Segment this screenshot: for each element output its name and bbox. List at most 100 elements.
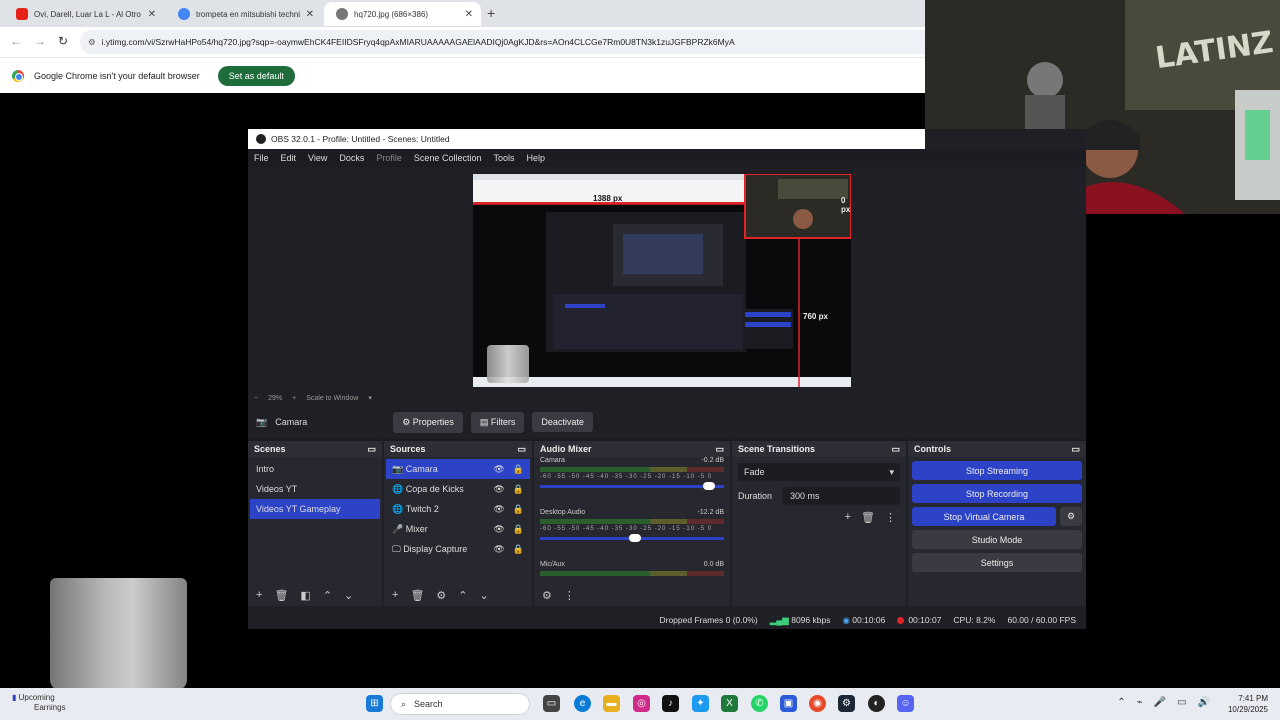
browser-tab-google[interactable]: trompeta en mitsubishi technic ✕ [166, 2, 322, 26]
menu-edit[interactable]: Edit [281, 153, 297, 163]
close-tab-icon[interactable]: ✕ [306, 9, 314, 20]
dock-menu-icon[interactable]: ▭ [891, 444, 900, 455]
network-icon[interactable]: ⌁ [1137, 697, 1143, 708]
source-properties-icon[interactable]: ⚙ [436, 589, 446, 602]
eye-icon[interactable]: 👁 [493, 464, 504, 475]
site-info-icon[interactable]: ⚙ [88, 37, 96, 48]
obs-preview-canvas[interactable]: 1388 px 760 px 0 px [473, 174, 851, 387]
volume-slider[interactable] [540, 534, 724, 542]
dock-menu-icon[interactable]: ▭ [367, 444, 376, 455]
move-down-icon[interactable]: ⌄ [480, 589, 489, 602]
menu-profile[interactable]: Profile [376, 153, 402, 163]
menu-scene-collection[interactable]: Scene Collection [414, 153, 482, 163]
forward-arrow-icon[interactable]: → [34, 34, 46, 48]
scene-item-videos-yt[interactable]: Videos YT [250, 479, 380, 499]
menu-file[interactable]: File [254, 153, 269, 163]
discord-icon[interactable]: ☺ [897, 695, 914, 712]
move-up-icon[interactable]: ⌃ [458, 589, 467, 602]
taskbar-clock[interactable]: 7:41 PM 10/29/2025 [1228, 693, 1268, 715]
add-source-icon[interactable]: + [392, 589, 398, 601]
steam-icon[interactable]: ⚙ [838, 695, 855, 712]
add-transition-icon[interactable]: + [845, 511, 851, 524]
properties-button[interactable]: ⚙ Properties [393, 411, 463, 433]
address-bar[interactable]: ⚙ i.ytimg.com/vi/SzrwHaHPo54/hq720.jpg?s… [80, 30, 925, 54]
duration-field[interactable]: 300 ms [782, 487, 900, 505]
chrome-taskbar-icon[interactable]: ◉ [809, 695, 826, 712]
menu-help[interactable]: Help [526, 153, 545, 163]
scene-item-intro[interactable]: Intro [250, 459, 380, 479]
more-options-icon[interactable]: ⋮ [564, 589, 575, 602]
lock-icon[interactable]: 🔒 [513, 504, 524, 515]
zoom-out-icon[interactable]: − [254, 395, 258, 402]
monitor-icon[interactable]: ▭ [1177, 697, 1186, 708]
deactivate-button[interactable]: Deactivate [532, 412, 593, 432]
eye-icon[interactable]: 👁 [493, 524, 504, 535]
close-tab-icon[interactable]: ✕ [465, 9, 473, 20]
lock-icon[interactable]: 🔒 [513, 484, 524, 495]
menu-view[interactable]: View [308, 153, 327, 163]
source-item-mixer[interactable]: 🎤 Mixer 👁 🔒 [386, 519, 530, 539]
source-item-camara[interactable]: 📷 Camara 👁 🔒 [386, 459, 530, 479]
close-tab-icon[interactable]: ✕ [148, 9, 156, 20]
advanced-audio-icon[interactable]: ⚙ [542, 589, 552, 602]
speaker-icon[interactable]: 🔊 [1198, 697, 1210, 708]
file-explorer-icon[interactable]: ▬ [603, 695, 620, 712]
transition-select[interactable]: Fade ▾ [738, 463, 900, 481]
widgets-button[interactable]: ▮ Upcoming Earnings [12, 693, 66, 713]
settings-button[interactable]: Settings [912, 553, 1082, 572]
lock-icon[interactable]: 🔒 [513, 524, 524, 535]
move-up-icon[interactable]: ⌃ [323, 589, 332, 602]
edge-browser-icon[interactable]: e [574, 695, 591, 712]
twitter-icon[interactable]: ✦ [692, 695, 709, 712]
zoom-in-icon[interactable]: + [292, 395, 296, 402]
source-item-copa-de-kicks[interactable]: 🌐 Copa de Kicks 👁 🔒 [386, 479, 530, 499]
slider-handle[interactable] [702, 482, 715, 490]
menu-docks[interactable]: Docks [339, 153, 364, 163]
new-tab-icon[interactable]: + [487, 5, 495, 21]
stop-virtual-camera-button[interactable]: Stop Virtual Camera [912, 507, 1056, 526]
back-arrow-icon[interactable]: ← [10, 34, 22, 48]
dock-menu-icon[interactable]: ▭ [517, 444, 526, 455]
zoom-mode[interactable]: Scale to Window [306, 395, 358, 402]
scene-item-videos-yt-gameplay[interactable]: Videos YT Gameplay [250, 499, 380, 519]
whatsapp-icon[interactable]: ✆ [751, 695, 768, 712]
scene-filters-icon[interactable]: ◧ [300, 589, 310, 602]
more-options-icon[interactable]: ⋮ [885, 511, 896, 524]
add-scene-icon[interactable]: + [256, 589, 262, 601]
filters-button[interactable]: ▤ Filters [470, 411, 525, 433]
dock-menu-icon[interactable]: ▭ [1071, 444, 1080, 455]
remove-transition-icon[interactable]: 🗑 [861, 511, 875, 524]
source-item-display-capture[interactable]: 🖵 Display Capture 👁 🔒 [386, 539, 530, 559]
windows-start-icon[interactable]: ⊞ [366, 695, 383, 712]
move-down-icon[interactable]: ⌄ [344, 589, 353, 602]
store-icon[interactable]: ▣ [780, 695, 797, 712]
dock-menu-icon[interactable]: ▭ [715, 444, 724, 455]
eye-icon[interactable]: 👁 [493, 544, 504, 555]
browser-tab-youtube[interactable]: Ovi, Darell, Luar La L - Al Otro L ✕ [4, 2, 164, 26]
studio-mode-button[interactable]: Studio Mode [912, 530, 1082, 549]
volume-slider[interactable] [540, 482, 724, 490]
obs-taskbar-icon[interactable]: ◐ [868, 695, 885, 712]
set-as-default-button[interactable]: Set as default [217, 65, 295, 86]
menu-tools[interactable]: Tools [493, 153, 514, 163]
tiktok-icon[interactable]: ♪ [662, 695, 679, 712]
stop-streaming-button[interactable]: Stop Streaming [912, 461, 1082, 480]
browser-tab-image[interactable]: hq720.jpg (686×386) ✕ [324, 2, 481, 26]
eye-icon[interactable]: 👁 [493, 504, 504, 515]
remove-source-icon[interactable]: 🗑 [410, 589, 424, 602]
virtual-camera-settings-icon[interactable]: ⚙ [1060, 507, 1082, 526]
reload-icon[interactable]: ↻ [58, 34, 68, 48]
stop-recording-button[interactable]: Stop Recording [912, 484, 1082, 503]
instagram-icon[interactable]: ◎ [633, 695, 650, 712]
source-item-twitch-2[interactable]: 🌐 Twitch 2 👁 🔒 [386, 499, 530, 519]
taskbar-search-box[interactable]: ⌕ Search [390, 693, 530, 715]
task-view-icon[interactable]: ▭ [543, 695, 560, 712]
chevron-down-icon[interactable]: ▾ [368, 394, 372, 402]
chevron-up-icon[interactable]: ⌃ [1117, 697, 1125, 708]
remove-scene-icon[interactable]: 🗑 [274, 589, 288, 602]
lock-icon[interactable]: 🔒 [513, 464, 524, 475]
lock-icon[interactable]: 🔒 [513, 544, 524, 555]
slider-handle[interactable] [629, 534, 642, 542]
excel-icon[interactable]: X [721, 695, 738, 712]
microphone-icon[interactable]: 🎤 [1154, 697, 1166, 708]
